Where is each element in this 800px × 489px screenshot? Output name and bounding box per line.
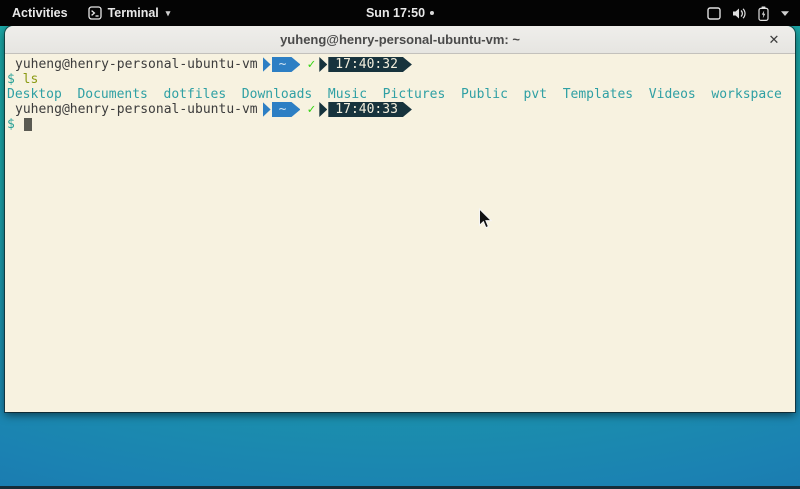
window-title: yuheng@henry-personal-ubuntu-vm: ~: [280, 32, 520, 47]
powerline-arrow-icon: [319, 102, 327, 117]
ls-output: Desktop Documents dotfiles Downloads Mus…: [7, 87, 795, 102]
terminal-icon: [88, 6, 102, 20]
app-menu-button[interactable]: Terminal ▾: [80, 0, 179, 26]
powerline-arrow-icon: [263, 57, 271, 72]
app-menu-label: Terminal: [108, 6, 159, 20]
chevron-down-icon: [780, 10, 790, 17]
desktop-background: Activities Terminal ▾ Sun 17:50: [0, 0, 800, 489]
command-line: $ ls: [7, 72, 795, 87]
top-bar: Activities Terminal ▾ Sun 17:50: [0, 0, 800, 26]
prompt-line: yuheng@henry-personal-ubuntu-vm ~ ✓ 17:4…: [7, 57, 795, 72]
prompt-time-segment: 17:40:33: [328, 102, 412, 117]
powerline-arrow-icon: [319, 57, 327, 72]
system-tray-button[interactable]: [697, 0, 800, 26]
check-icon: ✓: [307, 57, 315, 72]
prompt-dollar: $: [7, 72, 15, 87]
powerline-arrow-icon: [263, 102, 271, 117]
prompt-path-segment: ~: [272, 57, 301, 72]
clock-label: Sun 17:50: [366, 6, 425, 20]
prompt-time-segment: 17:40:32: [328, 57, 412, 72]
prompt-time: 17:40:33: [335, 102, 398, 117]
text-cursor: [24, 118, 32, 131]
prompt-path-segment: ~: [272, 102, 301, 117]
prompt-time: 17:40:32: [335, 57, 398, 72]
clock-button[interactable]: Sun 17:50: [366, 0, 434, 26]
prompt-user: yuheng@henry-personal-ubuntu-vm: [15, 102, 258, 117]
titlebar[interactable]: yuheng@henry-personal-ubuntu-vm: ~ ✕: [5, 26, 795, 54]
topbar-left: Activities Terminal ▾: [0, 0, 178, 26]
prompt-path: ~: [279, 102, 287, 117]
chevron-down-icon: ▾: [166, 8, 171, 19]
terminal-window: yuheng@henry-personal-ubuntu-vm: ~ ✕ yuh…: [5, 26, 795, 412]
command-text: ls: [23, 72, 39, 87]
input-line[interactable]: $: [7, 117, 795, 132]
prompt-user: yuheng@henry-personal-ubuntu-vm: [15, 57, 258, 72]
notification-dot-icon: [430, 11, 434, 15]
screen-icon: [707, 7, 721, 20]
prompt-line: yuheng@henry-personal-ubuntu-vm ~ ✓ 17:4…: [7, 102, 795, 117]
battery-charging-icon: [758, 6, 769, 21]
prompt-dollar: $: [7, 117, 15, 132]
prompt-path: ~: [279, 57, 287, 72]
terminal-body[interactable]: yuheng@henry-personal-ubuntu-vm ~ ✓ 17:4…: [5, 54, 795, 412]
volume-icon: [732, 7, 747, 20]
check-icon: ✓: [307, 102, 315, 117]
activities-button[interactable]: Activities: [0, 0, 80, 26]
close-button[interactable]: ✕: [765, 31, 783, 49]
